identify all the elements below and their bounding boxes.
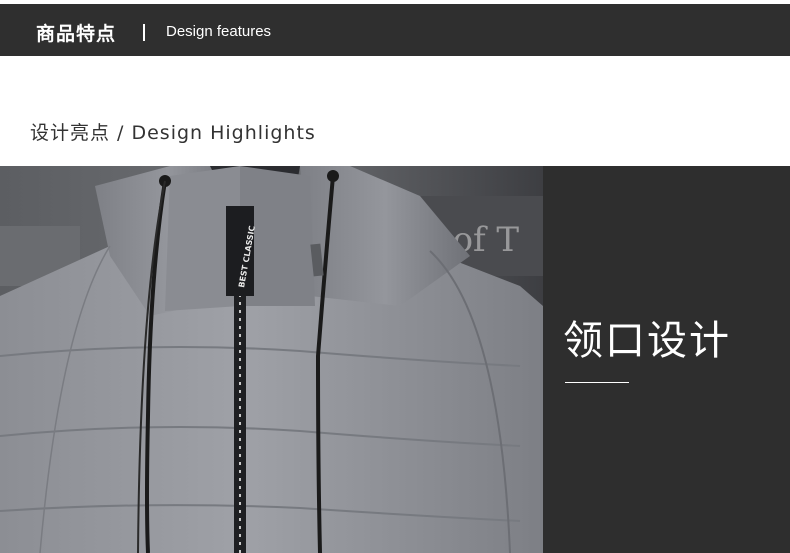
feature-title-underline [565, 382, 629, 383]
section-title: 设计亮点 / Design Highlights [30, 122, 316, 144]
feature-title: 领口设计 [563, 318, 731, 364]
product-photo: d of T BEST CLASSIC [0, 166, 543, 553]
header-divider [143, 24, 145, 41]
feature-panel: 领口设计 [543, 166, 790, 553]
header-title-cn: 商品特点 [36, 23, 117, 45]
header-title-en: Design features [166, 23, 272, 40]
jacket-collar-illustration: d of T BEST CLASSIC [0, 166, 543, 553]
header-bar: 商品特点 Design features [0, 4, 790, 56]
